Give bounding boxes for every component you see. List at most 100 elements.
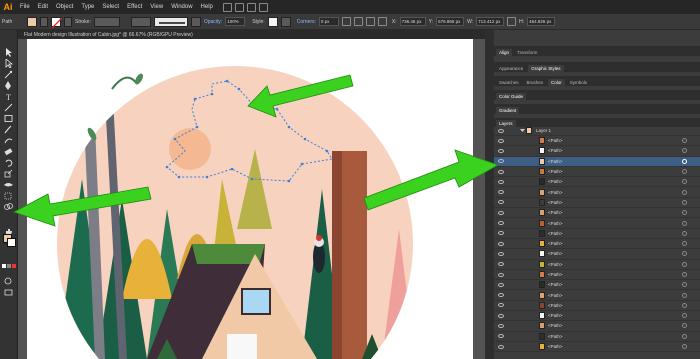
- path-row-4[interactable]: <Path>: [494, 167, 700, 178]
- target-circle-icon[interactable]: [682, 302, 687, 308]
- panel-dock-divider[interactable]: [485, 30, 494, 359]
- type-tool[interactable]: T: [3, 88, 14, 102]
- path-row-13[interactable]: <Path>: [494, 260, 700, 270]
- visibility-eye-icon[interactable]: [498, 262, 504, 267]
- visibility-eye-icon[interactable]: [498, 251, 504, 256]
- color-mode-button[interactable]: [2, 264, 6, 268]
- h-field[interactable]: 464.826 px: [527, 17, 556, 26]
- tab-symbols[interactable]: Symbols: [567, 79, 590, 86]
- arrange-icon[interactable]: [246, 2, 256, 12]
- free-transform-tool[interactable]: [3, 187, 14, 200]
- path-row-7[interactable]: <Path>: [494, 198, 700, 209]
- pen-tool[interactable]: [3, 77, 14, 90]
- target-circle-icon[interactable]: [682, 158, 687, 164]
- path-row-selected[interactable]: <Path>: [494, 156, 700, 167]
- bridge-icon[interactable]: [222, 2, 232, 12]
- magic-wand-tool[interactable]: [3, 66, 14, 79]
- target-circle-icon[interactable]: [682, 230, 687, 236]
- path-row-2[interactable]: <Path>: [494, 146, 700, 157]
- gradient-mode-button[interactable]: [7, 264, 11, 268]
- target-circle-icon[interactable]: [682, 344, 687, 350]
- visibility-eye-icon[interactable]: [498, 282, 504, 287]
- stroke-weight-field[interactable]: [93, 16, 120, 27]
- target-circle-icon[interactable]: [682, 189, 687, 195]
- variable-width-dropdown[interactable]: [130, 16, 151, 27]
- target-circle-icon[interactable]: [682, 179, 687, 185]
- transform-icon[interactable]: [353, 17, 363, 26]
- visibility-eye-icon[interactable]: [498, 128, 504, 133]
- visibility-eye-icon[interactable]: [498, 241, 504, 246]
- visibility-eye-icon[interactable]: [498, 303, 504, 308]
- gpu-icon[interactable]: [258, 2, 268, 12]
- target-circle-icon[interactable]: [682, 169, 687, 175]
- path-row-18[interactable]: <Path>: [494, 311, 700, 322]
- path-row-19[interactable]: <Path>: [494, 321, 700, 332]
- path-row-14[interactable]: <Path>: [494, 270, 700, 281]
- target-circle-icon[interactable]: [682, 313, 687, 319]
- visibility-eye-icon[interactable]: [498, 231, 504, 236]
- shape-builder-tool[interactable]: [3, 198, 14, 210]
- visibility-eye-icon[interactable]: [498, 169, 504, 174]
- selection-tool[interactable]: [3, 44, 14, 57]
- target-circle-icon[interactable]: [682, 241, 687, 247]
- target-circle-icon[interactable]: [682, 282, 687, 288]
- visibility-eye-icon[interactable]: [498, 293, 504, 298]
- tab-color-guide[interactable]: Color Guide: [496, 93, 527, 100]
- visibility-eye-icon[interactable]: [498, 148, 504, 153]
- eraser-tool[interactable]: [3, 143, 14, 156]
- target-circle-icon[interactable]: [682, 210, 687, 216]
- hand-tool[interactable]: [3, 224, 14, 236]
- visibility-eye-icon[interactable]: [498, 159, 504, 164]
- target-circle-icon[interactable]: [682, 251, 687, 257]
- paintbrush-tool[interactable]: [3, 121, 14, 134]
- path-row-20[interactable]: <Path>: [494, 332, 700, 342]
- menu-edit[interactable]: Edit: [34, 4, 52, 10]
- corners-field[interactable]: 0 px: [318, 17, 339, 26]
- visibility-eye-icon[interactable]: [498, 334, 504, 339]
- rectangle-tool[interactable]: [3, 110, 14, 122]
- visibility-eye-icon[interactable]: [498, 138, 504, 143]
- visibility-eye-icon[interactable]: [498, 221, 504, 226]
- tab-brushes[interactable]: Brushes: [524, 79, 547, 86]
- visibility-eye-icon[interactable]: [498, 190, 504, 195]
- menu-select[interactable]: Select: [98, 4, 123, 10]
- stroke-dropdown[interactable]: [64, 16, 72, 27]
- tab-color[interactable]: Color: [548, 79, 565, 86]
- path-row-11[interactable]: <Path>: [494, 239, 700, 250]
- visibility-eye-icon[interactable]: [498, 272, 504, 277]
- fill-stroke-widget[interactable]: [3, 234, 16, 247]
- style-swatch[interactable]: [267, 16, 278, 27]
- stroke-swatch[interactable]: [51, 16, 62, 28]
- target-circle-icon[interactable]: [682, 272, 687, 277]
- y-field[interactable]: 676.865 px: [436, 17, 465, 26]
- target-circle-icon[interactable]: [682, 323, 687, 329]
- none-mode-button[interactable]: [12, 264, 16, 268]
- target-circle-icon[interactable]: [682, 220, 687, 226]
- constrain-link-icon[interactable]: [507, 17, 517, 26]
- align-icon[interactable]: [341, 17, 351, 26]
- target-circle-icon[interactable]: [682, 148, 687, 154]
- rotate-tool[interactable]: [3, 154, 14, 167]
- path-row-12[interactable]: <Path>: [494, 249, 700, 260]
- cabin-illustration[interactable]: [27, 39, 473, 359]
- menu-object[interactable]: Object: [52, 4, 77, 10]
- visibility-eye-icon[interactable]: [498, 200, 504, 205]
- direct-selection-tool[interactable]: [3, 55, 14, 69]
- draw-mode-icon[interactable]: [3, 272, 14, 285]
- menu-file[interactable]: File: [16, 4, 34, 10]
- path-row-6[interactable]: <Path>: [494, 187, 700, 198]
- menu-type[interactable]: Type: [77, 4, 98, 10]
- x-field[interactable]: 736.45 px: [399, 17, 426, 26]
- document-tab[interactable]: Flat Modern design Illustration of Cabin…: [18, 30, 494, 39]
- visibility-eye-icon[interactable]: [498, 344, 504, 349]
- visibility-eye-icon[interactable]: [498, 210, 504, 215]
- target-circle-icon[interactable]: [682, 138, 687, 144]
- path-row-16[interactable]: <Path>: [494, 290, 700, 301]
- scale-tool[interactable]: [3, 165, 14, 178]
- path-row-8[interactable]: <Path>: [494, 208, 700, 219]
- w-field[interactable]: 713.412 px: [476, 17, 505, 26]
- menu-view[interactable]: View: [146, 4, 167, 10]
- path-row-9[interactable]: <Path>: [494, 218, 700, 229]
- stroke-color-swatch[interactable]: [7, 238, 16, 247]
- target-circle-icon[interactable]: [682, 292, 687, 298]
